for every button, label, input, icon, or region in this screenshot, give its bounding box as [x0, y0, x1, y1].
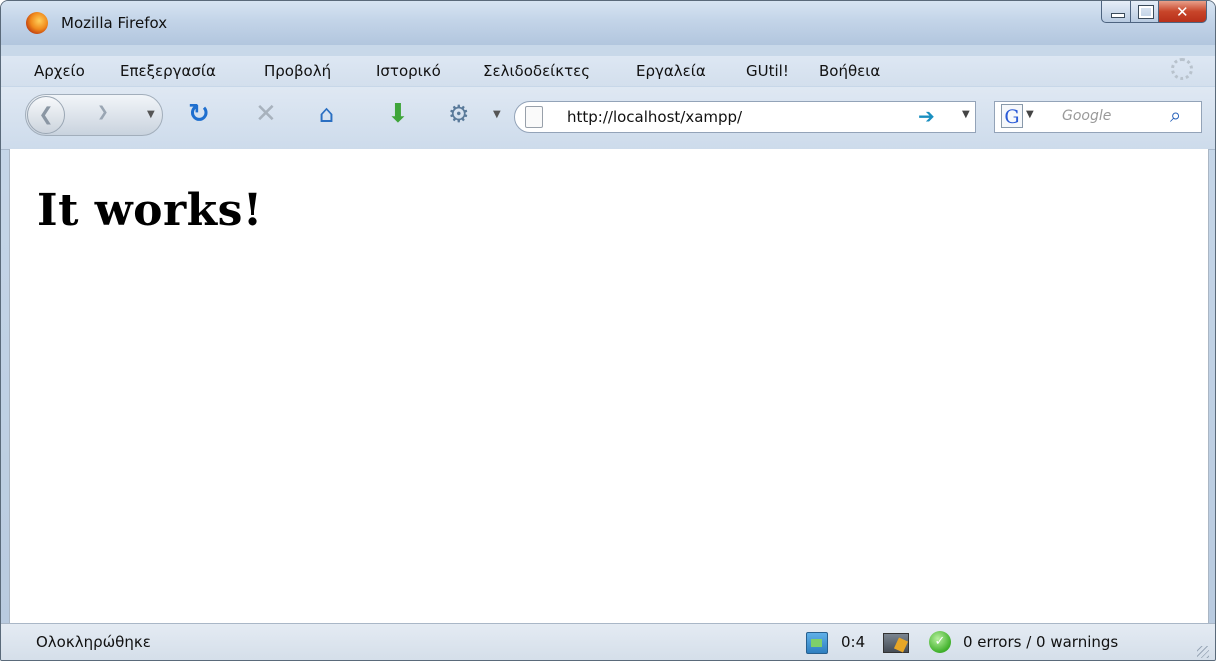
- maximize-button[interactable]: [1131, 1, 1159, 23]
- window-controls: ✕: [1101, 1, 1207, 25]
- menu-gutil[interactable]: GUtil!: [746, 62, 789, 80]
- go-arrow-icon: ➔: [918, 104, 935, 128]
- close-button[interactable]: ✕: [1159, 1, 1207, 23]
- url-dropdown[interactable]: ▼: [962, 109, 970, 120]
- maximize-icon: [1138, 5, 1154, 19]
- menu-bar: Αρχείο Επεξεργασία Προβολή Ιστορικό Σελι…: [1, 56, 1215, 86]
- window-title: Mozilla Firefox: [61, 14, 168, 32]
- search-input[interactable]: Google: [1062, 108, 1111, 124]
- firefox-icon: [26, 12, 48, 34]
- menu-history[interactable]: Ιστορικό: [376, 62, 441, 80]
- stop-button[interactable]: ✕: [255, 99, 277, 129]
- history-dropdown[interactable]: ▼: [147, 109, 155, 120]
- home-button[interactable]: ⌂: [319, 99, 334, 129]
- search-button[interactable]: ⌕: [1170, 103, 1181, 127]
- close-icon: ✕: [1176, 3, 1189, 21]
- menu-help[interactable]: Βοήθεια: [819, 62, 880, 80]
- google-toolbar-dropdown[interactable]: ▼: [493, 109, 501, 120]
- menu-bookmarks[interactable]: Σελιδοδείκτες: [483, 62, 590, 80]
- stop-icon: ✕: [255, 99, 277, 129]
- search-icon: ⌕: [1170, 103, 1182, 127]
- reload-button[interactable]: ↻: [188, 99, 210, 129]
- status-text: Ολοκληρώθηκε: [36, 633, 151, 651]
- status-count: 0:4: [841, 633, 866, 651]
- search-engine-button[interactable]: G: [1001, 104, 1023, 128]
- back-button[interactable]: ❮: [27, 96, 65, 134]
- page-icon: [525, 106, 543, 128]
- browser-window: Mozilla Firefox ✕ Αρχείο Επεξεργασία Προ…: [0, 0, 1216, 661]
- download-icon: ⬇: [387, 99, 409, 129]
- minimize-icon: [1111, 13, 1125, 18]
- menu-edit[interactable]: Επεξεργασία: [120, 62, 216, 80]
- google-toolbar-button[interactable]: ⚙: [448, 99, 470, 129]
- minimize-button[interactable]: [1101, 1, 1131, 23]
- menu-file[interactable]: Αρχείο: [34, 62, 85, 80]
- resize-grip-icon[interactable]: [1197, 646, 1209, 658]
- status-bar: Ολοκληρώθηκε 0:4 ✓ 0 errors / 0 warnings: [1, 623, 1215, 660]
- download-button[interactable]: ⬇: [387, 99, 409, 129]
- forward-icon: ❯: [97, 104, 109, 120]
- forward-button[interactable]: ❯: [97, 104, 109, 120]
- menu-view[interactable]: Προβολή: [264, 62, 331, 80]
- search-engine-dropdown[interactable]: ▼: [1026, 109, 1034, 120]
- title-bar: Mozilla Firefox ✕: [1, 1, 1215, 45]
- navigation-toolbar: ❮ ❯ ▼ ↻ ✕ ⌂ ⬇ ⚙ ▼ http://localhost/xampp…: [1, 87, 1215, 150]
- status-screen-icon[interactable]: [806, 632, 828, 654]
- status-toolbar-icon[interactable]: [883, 633, 909, 653]
- reload-icon: ↻: [188, 99, 210, 129]
- google-g-icon: G: [1004, 106, 1020, 128]
- back-icon: ❮: [38, 104, 54, 125]
- google-toolbar-icon: ⚙: [448, 100, 470, 128]
- go-button[interactable]: ➔: [918, 104, 935, 128]
- checkmark-icon[interactable]: ✓: [929, 631, 951, 653]
- menu-tools[interactable]: Εργαλεία: [636, 62, 706, 80]
- status-errors[interactable]: 0 errors / 0 warnings: [963, 633, 1118, 651]
- page-heading: It works!: [37, 185, 263, 236]
- home-icon: ⌂: [319, 100, 335, 128]
- url-input[interactable]: http://localhost/xampp/: [567, 108, 742, 126]
- page-content: It works!: [9, 149, 1209, 623]
- throbber-icon: [1171, 58, 1193, 80]
